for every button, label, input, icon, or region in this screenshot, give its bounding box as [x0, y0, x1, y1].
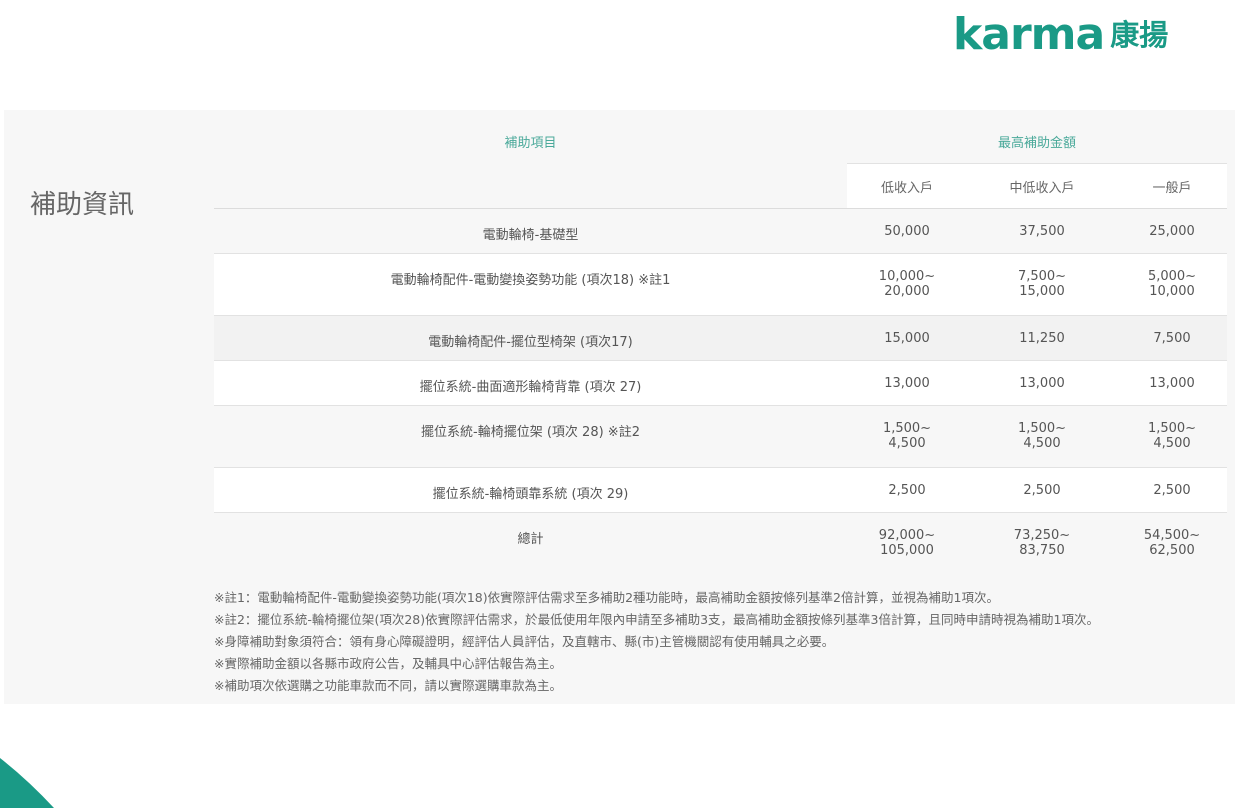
row-low-line: 20,000: [884, 284, 930, 299]
table-body: 電動輪椅-基礎型 50,000 37,500 25,000 電動輪椅配件-電動變換姿勢功…: [214, 208, 1228, 580]
row-general: 1,500~ 4,500: [1117, 405, 1228, 468]
row-midlow: 7,500~ 15,000: [967, 253, 1117, 316]
row-low: 1,500~ 4,500: [847, 405, 967, 468]
table-row: 擺位系統-曲面適形輪椅背靠 (項次 27) 13,000 13,000 13,000: [214, 360, 1228, 406]
row-general-line: 5,000~: [1147, 269, 1197, 284]
row-low: 15,000: [847, 315, 967, 361]
brand-logo: karma 康揚: [953, 9, 1223, 60]
row-item: 擺位系統-曲面適形輪椅背靠 (項次 27): [214, 360, 847, 406]
row-low-line: 4,500: [888, 436, 926, 451]
table-row: 電動輪椅-基礎型 50,000 37,500 25,000: [214, 208, 1228, 254]
corner-shape: [0, 758, 54, 808]
row-low-line: 15,000: [884, 331, 930, 346]
row-low-line: 1,500~: [882, 421, 932, 436]
row-general: 5,000~ 10,000: [1117, 253, 1228, 316]
header-amount: 最高補助金額: [998, 135, 1077, 151]
row-midlow-line: 37,500: [1019, 224, 1065, 239]
brand-name-zh: 康揚: [1110, 18, 1169, 52]
corner-decoration: [0, 748, 60, 808]
header-blank: [214, 164, 847, 209]
row-low: 2,500: [847, 467, 967, 513]
table-row: 電動輪椅配件-電動變換姿勢功能 (項次18) ※註1 10,000~ 20,000 7…: [214, 253, 1228, 316]
note-line: ※補助項次依選購之功能車款而不同，請以實際選購車款為主。: [214, 678, 562, 693]
row-low: 50,000: [847, 208, 967, 254]
row-general-line: 2,500: [1153, 483, 1191, 498]
subsidy-table: 補助項目 最高補助金額 低收入戶 中低收入戶 一般戶 電動輪椅-基礎型 50,00…: [214, 119, 1228, 580]
row-general: 2,500: [1117, 467, 1228, 513]
row-item: 電動輪椅-基礎型: [214, 208, 847, 254]
row-low-line: 2,500: [888, 483, 926, 498]
row-general-line: 25,000: [1149, 224, 1195, 239]
row-midlow: 2,500: [967, 467, 1117, 513]
row-midlow: 13,000: [967, 360, 1117, 406]
row-general: 25,000: [1117, 208, 1228, 254]
header-col-low: 低收入戶: [847, 163, 967, 209]
row-low-line: 13,000: [884, 376, 930, 391]
row-midlow-line: 1,500~: [1017, 421, 1067, 436]
row-low-line: 10,000~: [878, 269, 936, 284]
row-item: 電動輪椅配件-擺位型椅架 (項次17): [214, 315, 847, 361]
total-row: 總計 92,000~ 105,000 73,250~ 83,750 54,500~ 62,5…: [214, 512, 1228, 580]
subsidy-table-wrap: 補助項目 最高補助金額 低收入戶 中低收入戶 一般戶 電動輪椅-基礎型 50,00…: [214, 119, 1228, 580]
row-low: 13,000: [847, 360, 967, 406]
row-item: 擺位系統-輪椅頭靠系統 (項次 29): [214, 467, 847, 513]
row-general: 7,500: [1117, 315, 1228, 361]
row-general-line: 1,500~: [1147, 421, 1197, 436]
total-general-line: 62,500: [1149, 543, 1195, 558]
brand-name-en: karma: [953, 9, 1105, 60]
section-title: 補助資訊: [30, 190, 135, 220]
total-low: 92,000~ 105,000: [847, 512, 967, 580]
row-general-line: 4,500: [1153, 436, 1191, 451]
row-midlow-line: 2,500: [1023, 483, 1061, 498]
header-item: 補助項目: [504, 135, 557, 151]
total-midlow-line: 73,250~: [1013, 528, 1071, 543]
total-low-line: 105,000: [880, 543, 934, 558]
row-midlow: 1,500~ 4,500: [967, 405, 1117, 468]
total-low-line: 92,000~: [878, 528, 936, 543]
row-item: 電動輪椅配件-電動變換姿勢功能 (項次18) ※註1: [214, 253, 847, 316]
total-label: 總計: [214, 512, 847, 580]
note-line: ※實際補助金額以各縣市政府公告，及輔具中心評估報告為主。: [214, 656, 562, 671]
table-row: 電動輪椅配件-擺位型椅架 (項次17) 15,000 11,250 7,500: [214, 315, 1228, 361]
row-midlow: 11,250: [967, 315, 1117, 361]
notes: ※註1：電動輪椅配件-電動變換姿勢功能(項次18)依實際評估需求至多補助2種功能…: [214, 587, 1224, 697]
row-low-line: 50,000: [884, 224, 930, 239]
total-midlow: 73,250~ 83,750: [967, 512, 1117, 580]
row-general-line: 13,000: [1149, 376, 1195, 391]
header-col-midlow: 中低收入戶: [967, 163, 1117, 209]
note-line: ※註2：擺位系統-輪椅擺位架(項次28)依實際評估需求，於最低使用年限內申請至多…: [214, 612, 1099, 627]
note-line: ※身障補助對象須符合：領有身心障礙證明，經評估人員評估，及直轄市、縣(市)主管機…: [214, 634, 835, 649]
row-midlow-line: 13,000: [1019, 376, 1065, 391]
row-midlow: 37,500: [967, 208, 1117, 254]
row-midlow-line: 7,500~: [1017, 269, 1067, 284]
row-item: 擺位系統-輪椅擺位架 (項次 28) ※註2: [214, 405, 847, 468]
note-line: ※註1：電動輪椅配件-電動變換姿勢功能(項次18)依實際評估需求至多補助2種功能…: [214, 590, 999, 605]
row-midlow-line: 15,000: [1019, 284, 1065, 299]
header-col-general: 一般戶: [1117, 163, 1228, 209]
total-general-line: 54,500~: [1143, 528, 1201, 543]
row-midlow-line: 4,500: [1023, 436, 1061, 451]
total-midlow-line: 83,750: [1019, 543, 1065, 558]
total-general: 54,500~ 62,500: [1117, 512, 1228, 580]
row-general: 13,000: [1117, 360, 1228, 406]
row-midlow-line: 11,250: [1019, 331, 1065, 346]
table-row: 擺位系統-輪椅擺位架 (項次 28) ※註2 1,500~ 4,500 1,500~ 4…: [214, 405, 1228, 468]
row-low: 10,000~ 20,000: [847, 253, 967, 316]
row-general-line: 7,500: [1153, 331, 1191, 346]
table-row: 擺位系統-輪椅頭靠系統 (項次 29) 2,500 2,500 2,500: [214, 467, 1228, 513]
row-general-line: 10,000: [1149, 284, 1195, 299]
